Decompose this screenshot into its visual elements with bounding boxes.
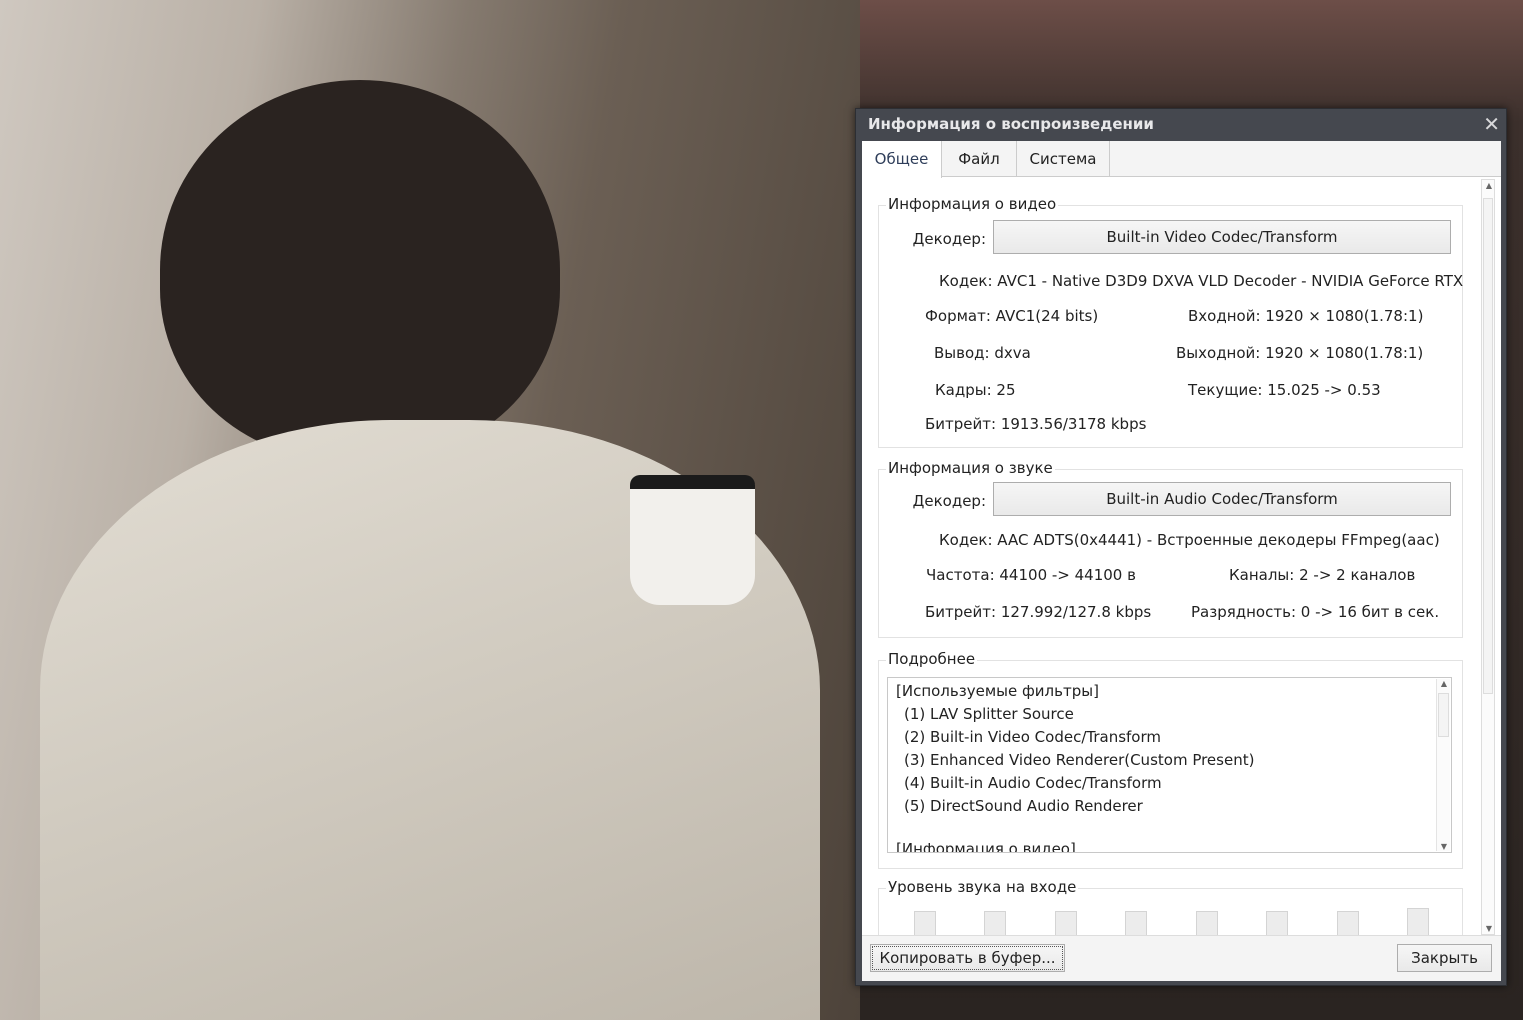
details-line: (2) Built-in Video Codec/Transform (904, 728, 1161, 746)
dialog-title: Информация о воспроизведении (868, 115, 1154, 133)
audio-rate: Частота: 44100 -> 44100 в (926, 566, 1136, 584)
video-output-mode: Вывод: dxva (934, 344, 1031, 362)
video-format: Формат: AVC1(24 bits) (925, 307, 1098, 325)
details-line: (3) Enhanced Video Renderer(Custom Prese… (904, 751, 1254, 769)
dialog-body: Общее Файл Система ▲ ▼ Информация о виде… (862, 141, 1501, 981)
details-scroll-down-icon[interactable]: ▼ (1438, 842, 1450, 851)
audio-channels: Каналы: 2 -> 2 каналов (1229, 566, 1415, 584)
tab-file[interactable]: Файл (942, 141, 1017, 177)
level-meter (1407, 908, 1429, 938)
details-line: [Используемые фильтры] (896, 682, 1099, 700)
video-info-title: Информация о видео (886, 195, 1058, 213)
details-group: Подробнее [Используемые фильтры] (1) LAV… (878, 660, 1463, 869)
tab-bar: Общее Файл Система (862, 141, 1501, 177)
audio-bitrate: Битрейт: 127.992/127.8 kbps (925, 603, 1151, 621)
content-scrollbar[interactable]: ▲ ▼ (1481, 179, 1495, 935)
audio-info-title: Информация о звуке (886, 459, 1055, 477)
details-title: Подробнее (886, 650, 977, 668)
details-scrollbar[interactable]: ▲ ▼ (1436, 679, 1450, 851)
scroll-up-icon[interactable]: ▲ (1483, 181, 1495, 190)
audio-decoder-label: Декодер: (913, 492, 986, 510)
audio-info-group: Информация о звуке Декодер: Built-in Aud… (878, 469, 1463, 638)
video-codec: Кодек: AVC1 - Native D3D9 DXVA VLD Decod… (939, 272, 1463, 290)
video-bitrate: Битрейт: 1913.56/3178 kbps (925, 415, 1146, 433)
scroll-down-icon[interactable]: ▼ (1483, 924, 1495, 933)
video-person-head (160, 80, 560, 460)
close-button[interactable]: Закрыть (1397, 944, 1492, 972)
details-line: [Информация о видео] (896, 840, 1076, 853)
video-info-group: Информация о видео Декодер: Built-in Vid… (878, 205, 1463, 448)
audio-decoder-button[interactable]: Built-in Audio Codec/Transform (993, 482, 1451, 516)
audio-codec: Кодек: AAC ADTS(0x4441) - Встроенные дек… (939, 531, 1440, 549)
details-line: (1) LAV Splitter Source (904, 705, 1074, 723)
copy-to-clipboard-button[interactable]: Копировать в буфер... (870, 944, 1065, 972)
video-decoder-label: Декодер: (913, 230, 986, 248)
details-scroll-up-icon[interactable]: ▲ (1438, 679, 1450, 688)
input-level-title: Уровень звука на входе (886, 878, 1078, 896)
video-decoder-button[interactable]: Built-in Video Codec/Transform (993, 220, 1451, 254)
details-scrollbar-thumb[interactable] (1438, 693, 1449, 737)
video-fps: Кадры: 25 (935, 381, 1016, 399)
video-current-fps: Текущие: 15.025 -> 0.53 (1188, 381, 1381, 399)
video-mug (630, 475, 755, 605)
scrollbar-thumb[interactable] (1483, 198, 1493, 694)
video-input: Входной: 1920 × 1080(1.78:1) (1188, 307, 1423, 325)
playback-info-dialog: Информация о воспроизведении ✕ Общее Фай… (855, 108, 1507, 986)
details-list[interactable]: [Используемые фильтры] (1) LAV Splitter … (887, 677, 1452, 853)
details-line: (5) DirectSound Audio Renderer (904, 797, 1143, 815)
close-icon[interactable]: ✕ (1483, 112, 1500, 136)
tab-general[interactable]: Общее (862, 141, 942, 178)
audio-depth: Разрядность: 0 -> 16 бит в сек. (1191, 603, 1439, 621)
dialog-footer: Копировать в буфер... Закрыть (862, 935, 1501, 981)
video-output: Выходной: 1920 × 1080(1.78:1) (1176, 344, 1423, 362)
details-line: (4) Built-in Audio Codec/Transform (904, 774, 1162, 792)
tab-system[interactable]: Система (1017, 141, 1110, 177)
